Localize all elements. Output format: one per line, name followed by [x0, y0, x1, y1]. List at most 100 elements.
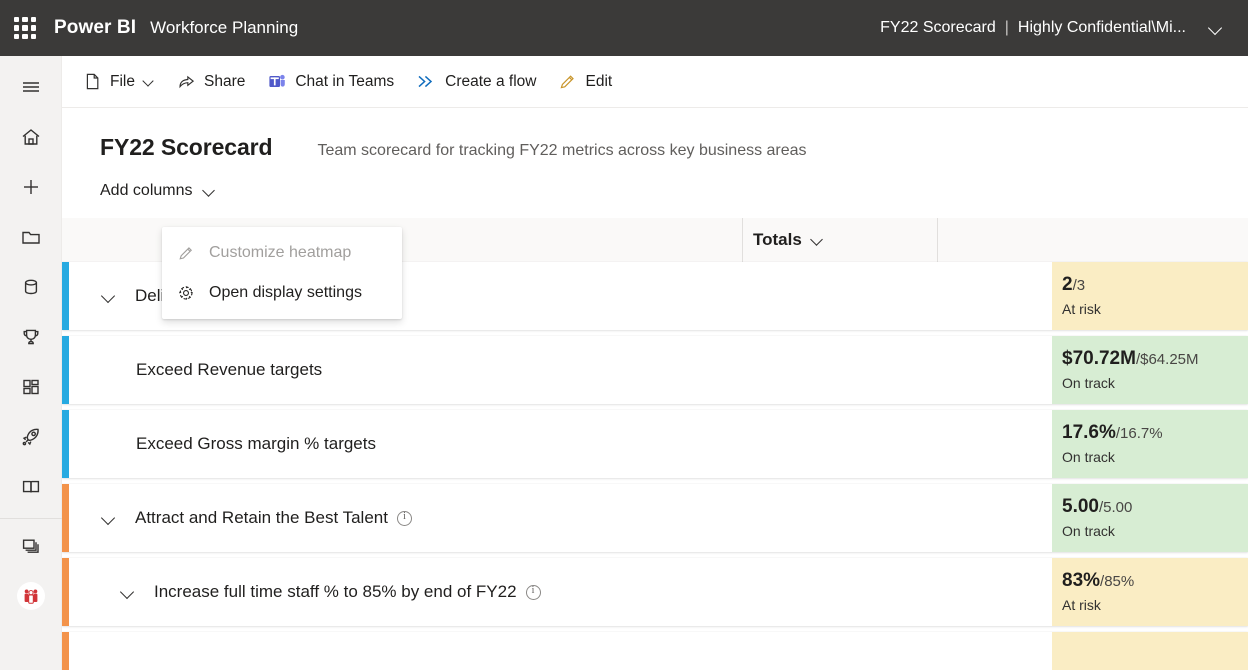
- pencil-icon: [558, 72, 577, 91]
- add-columns-row: Add columns: [62, 161, 1248, 204]
- row-target-value: /5.00: [1099, 499, 1132, 516]
- database-icon[interactable]: [9, 262, 53, 312]
- chevron-down-icon: [204, 185, 216, 197]
- row-value-cell[interactable]: 17.6%/16.7% On track: [1052, 410, 1248, 478]
- table-row[interactable]: Exceed Revenue targets $70.72M/$64.25M On …: [62, 336, 1248, 404]
- power-bi-brand[interactable]: Power BI: [54, 17, 136, 39]
- edit-button[interactable]: Edit: [549, 64, 621, 100]
- teams-icon: [267, 72, 287, 91]
- left-nav-rail: [0, 56, 62, 670]
- table-row[interactable]: Increase full time staff % to 85% by end…: [62, 558, 1248, 626]
- table-row[interactable]: Exceed Gross margin % targets 17.6%/16.7%…: [62, 410, 1248, 478]
- row-target-value: /16.7%: [1116, 425, 1163, 442]
- folder-icon[interactable]: [9, 212, 53, 262]
- hamburger-menu-icon[interactable]: [9, 62, 53, 112]
- row-name-label[interactable]: Increase full time staff % to 85% by end…: [154, 582, 517, 602]
- plus-icon[interactable]: [9, 162, 53, 212]
- row-name-cell: Exceed Gross margin % targets: [69, 410, 1052, 478]
- status-badge: On track: [1062, 449, 1248, 465]
- header-separator: |: [1005, 19, 1009, 37]
- row-name-label[interactable]: Exceed Gross margin % targets: [136, 434, 376, 454]
- row-accent-bar: [62, 632, 69, 670]
- rail-divider: [0, 518, 62, 519]
- power-automate-icon: [416, 72, 437, 91]
- current-workspace[interactable]: [9, 571, 53, 621]
- table-row[interactable]: [62, 632, 1248, 670]
- add-columns-label: Add columns: [100, 182, 193, 200]
- home-icon[interactable]: [9, 112, 53, 162]
- header-right-group: FY22 Scorecard | Highly Confidential\Mi.…: [880, 19, 1232, 37]
- book-icon[interactable]: [9, 462, 53, 512]
- row-value-line: 5.00/5.00: [1062, 497, 1248, 517]
- row-accent-bar: [62, 262, 69, 330]
- menu-item-label: Open display settings: [209, 284, 362, 302]
- chevron-down-icon[interactable]: [1208, 20, 1224, 36]
- chevron-down-icon[interactable]: [101, 288, 117, 304]
- share-icon: [177, 72, 196, 91]
- menu-item-customize-heatmap[interactable]: Customize heatmap: [162, 233, 402, 273]
- app-header: Power BI Workforce Planning FY22 Scoreca…: [0, 0, 1248, 56]
- row-current-value: $70.72M: [1062, 348, 1136, 369]
- status-badge: On track: [1062, 375, 1248, 391]
- page-title: FY22 Scorecard: [100, 134, 272, 161]
- chat-in-teams-button[interactable]: Chat in Teams: [258, 64, 403, 100]
- info-icon[interactable]: [397, 511, 412, 526]
- chat-in-teams-label: Chat in Teams: [295, 74, 394, 90]
- row-value-cell[interactable]: 83%/85% At risk: [1052, 558, 1248, 626]
- menu-item-open-display-settings[interactable]: Open display settings: [162, 273, 402, 313]
- create-a-flow-label: Create a flow: [445, 74, 536, 90]
- row-accent-bar: [62, 410, 69, 478]
- row-value-cell[interactable]: $70.72M/$64.25M On track: [1052, 336, 1248, 404]
- workspace-name[interactable]: Workforce Planning: [150, 18, 298, 38]
- status-badge: At risk: [1062, 597, 1248, 613]
- row-name-cell: Increase full time staff % to 85% by end…: [69, 558, 1052, 626]
- row-name-cell: Attract and Retain the Best Talent: [69, 484, 1052, 552]
- row-value-line: 2/3: [1062, 275, 1248, 295]
- sensitivity-label[interactable]: Highly Confidential\Mi...: [1018, 19, 1186, 37]
- scorecard-header: FY22 Scorecard Team scorecard for tracki…: [62, 108, 1248, 161]
- add-columns-dropdown-menu: Customize heatmap Open display settings: [162, 227, 402, 319]
- chevron-down-icon[interactable]: [120, 584, 136, 600]
- trophy-icon[interactable]: [9, 312, 53, 362]
- totals-label: Totals: [753, 230, 802, 250]
- status-badge: At risk: [1062, 301, 1248, 317]
- row-name-label[interactable]: Exceed Revenue targets: [136, 360, 322, 380]
- scorecard-canvas: FY22 Scorecard Team scorecard for tracki…: [62, 108, 1248, 670]
- row-target-value: /3: [1073, 277, 1086, 294]
- row-value-cell[interactable]: 5.00/5.00 On track: [1052, 484, 1248, 552]
- waffle-grid-icon[interactable]: [14, 17, 36, 39]
- share-button[interactable]: Share: [168, 64, 254, 100]
- add-columns-button[interactable]: Add columns: [100, 178, 222, 204]
- edit-label: Edit: [585, 74, 612, 90]
- file-menu-button[interactable]: File: [74, 64, 164, 100]
- grid-apps-icon[interactable]: [9, 362, 53, 412]
- row-name-cell: [69, 632, 1052, 670]
- row-current-value: 83%: [1062, 570, 1100, 591]
- row-current-value: 5.00: [1062, 496, 1099, 517]
- file-icon: [83, 72, 102, 91]
- rocket-icon[interactable]: [9, 412, 53, 462]
- report-name[interactable]: FY22 Scorecard: [880, 19, 996, 37]
- info-icon[interactable]: [526, 585, 541, 600]
- row-accent-bar: [62, 484, 69, 552]
- share-label: Share: [204, 74, 245, 90]
- row-value-cell[interactable]: [1052, 632, 1248, 670]
- row-current-value: 17.6%: [1062, 422, 1116, 443]
- chevron-down-icon: [812, 234, 824, 246]
- row-accent-bar: [62, 336, 69, 404]
- table-row[interactable]: Attract and Retain the Best Talent 5.00/5…: [62, 484, 1248, 552]
- totals-column-header[interactable]: Totals: [742, 218, 938, 262]
- row-target-value: /85%: [1100, 573, 1134, 590]
- file-label: File: [110, 74, 135, 90]
- row-name-cell: Exceed Revenue targets: [69, 336, 1052, 404]
- scorecard-rows: Deliver financial performance2/3At riskE…: [62, 262, 1248, 670]
- chevron-down-icon[interactable]: [101, 510, 117, 526]
- workspaces-icon[interactable]: [9, 521, 53, 571]
- status-badge: On track: [1062, 523, 1248, 539]
- gear-icon: [176, 284, 196, 302]
- row-name-label[interactable]: Attract and Retain the Best Talent: [135, 508, 388, 528]
- row-target-value: /$64.25M: [1136, 351, 1199, 368]
- create-a-flow-button[interactable]: Create a flow: [407, 64, 545, 100]
- row-value-cell[interactable]: 2/3 At risk: [1052, 262, 1248, 330]
- power-bi-scorecard-page: Power BI Workforce Planning FY22 Scoreca…: [0, 0, 1248, 670]
